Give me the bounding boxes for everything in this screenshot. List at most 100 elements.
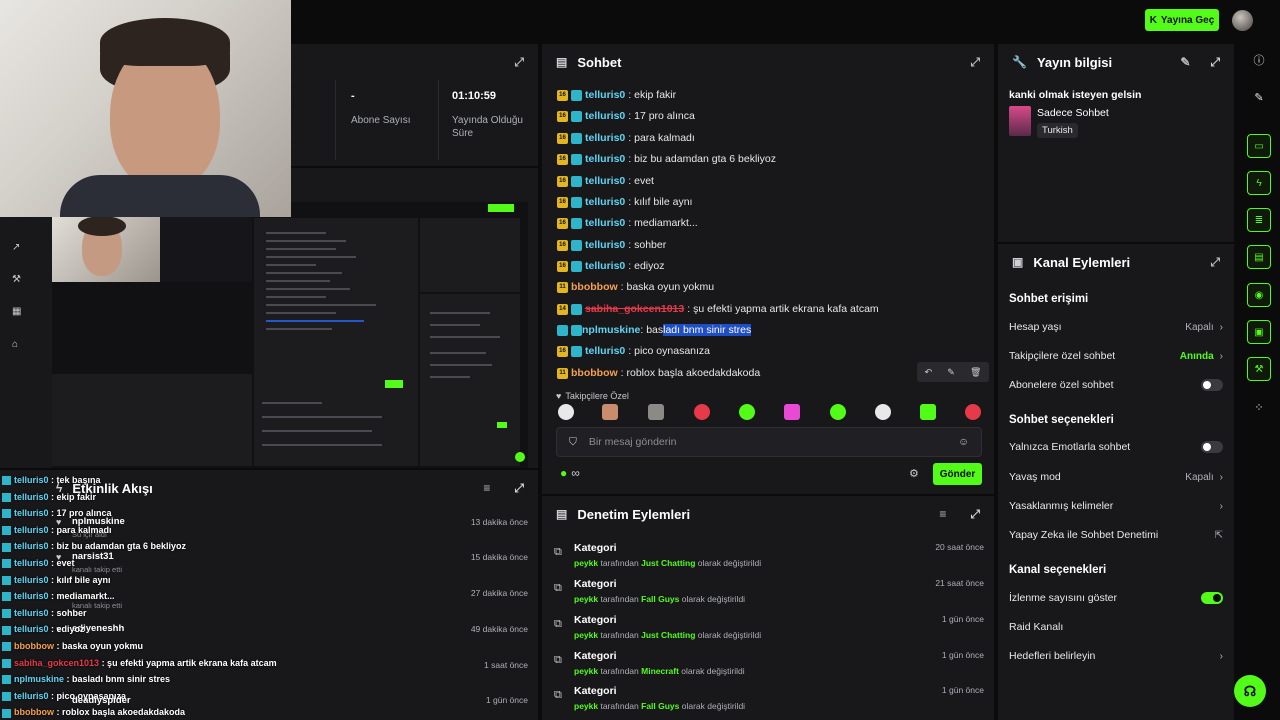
mod-user[interactable]: peykk bbox=[574, 630, 598, 640]
mod-user[interactable]: peykk bbox=[574, 558, 598, 568]
send-button[interactable]: Gönder bbox=[933, 463, 982, 485]
delete-icon[interactable]: 🗑 bbox=[970, 367, 981, 378]
chat-username[interactable]: telluris0 bbox=[585, 89, 625, 101]
stream-panel-icon[interactable]: ▭ bbox=[1247, 134, 1271, 158]
channel-icon[interactable]: ▣ bbox=[1247, 320, 1271, 344]
goals-row[interactable]: Hedefleri belirleyin › bbox=[1009, 650, 1223, 662]
chat-message[interactable]: 11 bbobbow: baska oyun yokmu bbox=[557, 281, 714, 293]
mod-user[interactable]: peykk bbox=[574, 594, 598, 604]
chat-message[interactable]: 16 telluris0: evet bbox=[557, 175, 654, 187]
mod-user[interactable]: peykk bbox=[574, 666, 598, 676]
followers-chat-row[interactable]: Takipçilere özel sohbet Anında › bbox=[1009, 350, 1223, 362]
chat-message[interactable]: 16 telluris0: pico oynasanıza bbox=[557, 345, 710, 357]
chat-message[interactable]: 16 telluris0: kılıf bile aynı bbox=[557, 196, 692, 208]
verified-badge-icon bbox=[571, 239, 582, 251]
chat-username[interactable]: bbobbow bbox=[571, 281, 618, 293]
expand-icon[interactable]: ⤢ bbox=[1210, 255, 1220, 270]
chat-username[interactable]: telluris0 bbox=[585, 153, 625, 165]
raid-row[interactable]: Raid Kanalı bbox=[1009, 621, 1223, 633]
emote-icon[interactable] bbox=[830, 404, 846, 420]
mod-category[interactable]: Just Chatting bbox=[641, 630, 695, 640]
emote-icon[interactable] bbox=[558, 404, 574, 420]
mod-category[interactable]: Just Chatting bbox=[641, 558, 695, 568]
mod-category[interactable]: Fall Guys bbox=[641, 701, 679, 711]
chat-username[interactable]: telluris0 bbox=[585, 345, 625, 357]
users-icon[interactable]: ▦ bbox=[12, 306, 21, 317]
edit-icon[interactable]: ✎ bbox=[1249, 87, 1269, 107]
filter-icon[interactable]: ≡ bbox=[483, 481, 490, 495]
emote-icon[interactable] bbox=[648, 404, 664, 420]
expand-icon[interactable]: ⤢ bbox=[514, 481, 524, 496]
chat-message[interactable]: 14 sabiha_gokcen1013: şu efekti yapma art… bbox=[557, 303, 879, 315]
chat-username[interactable]: telluris0 bbox=[585, 175, 625, 187]
mod-user[interactable]: peykk bbox=[574, 701, 598, 711]
emote-icon[interactable] bbox=[965, 404, 981, 420]
help-button[interactable]: ☊ bbox=[1234, 675, 1266, 707]
chat-message[interactable]: 16 telluris0: biz bu adamdan gta 6 bekliy… bbox=[557, 153, 776, 165]
mod-category[interactable]: Minecraft bbox=[641, 666, 679, 676]
pin-icon[interactable]: ✎ bbox=[947, 367, 955, 378]
reply-icon[interactable]: ↶ bbox=[925, 367, 933, 378]
emoji-icon[interactable]: ☺ bbox=[958, 436, 969, 448]
copy-icon: ⧉ bbox=[554, 582, 562, 594]
expand-icon[interactable]: ⤢ bbox=[970, 507, 980, 522]
emote-icon[interactable] bbox=[875, 404, 891, 420]
go-live-button[interactable]: K Yayına Geç bbox=[1145, 9, 1219, 31]
show-viewers-toggle[interactable] bbox=[1201, 592, 1223, 604]
edit-icon[interactable]: ✎ bbox=[1180, 55, 1190, 69]
infinity-icon[interactable]: ∞ bbox=[571, 466, 580, 480]
ai-mod-row[interactable]: Yapay Zeka ile Sohbet Denetimi ⇱ bbox=[1009, 529, 1223, 541]
chat-message[interactable]: 16 telluris0: ekip fakir bbox=[557, 89, 676, 101]
info-icon[interactable]: ⓘ bbox=[1249, 50, 1269, 70]
user-avatar[interactable] bbox=[1232, 10, 1253, 31]
emote-only-toggle[interactable] bbox=[1201, 441, 1223, 453]
emote-icon[interactable] bbox=[739, 404, 755, 420]
chat-input[interactable]: ⛉ Bir mesaj gönderin ☺ bbox=[556, 427, 982, 457]
chat-username[interactable]: telluris0 bbox=[585, 110, 625, 122]
expand-icon[interactable]: ⤢ bbox=[1210, 55, 1220, 70]
emote-icon[interactable] bbox=[920, 404, 936, 420]
feed-username[interactable]: narsist31 bbox=[72, 551, 114, 562]
record-icon[interactable]: ◉ bbox=[1247, 283, 1271, 307]
chat-username[interactable]: telluris0 bbox=[585, 132, 625, 144]
account-age-row[interactable]: Hesap yaşı Kapalı › bbox=[1009, 321, 1223, 333]
chat-message[interactable]: 16 telluris0: ediyoz bbox=[557, 260, 664, 272]
chat-icon[interactable]: ▤ bbox=[1247, 245, 1271, 269]
badges-icon[interactable]: ● bbox=[560, 466, 567, 480]
chat-message[interactable]: 16 telluris0: mediamarkt... bbox=[557, 217, 698, 229]
emote-icon[interactable] bbox=[602, 404, 618, 420]
wrench-icon[interactable]: ⚒ bbox=[1247, 357, 1271, 381]
mod-category[interactable]: Fall Guys bbox=[641, 594, 679, 604]
badge-icon bbox=[2, 608, 11, 618]
chat-message[interactable]: 16 telluris0: 17 pro alınca bbox=[557, 110, 695, 122]
chat-message[interactable]: 16 telluris0: para kalmadı bbox=[557, 132, 695, 144]
emote-icon[interactable] bbox=[784, 404, 800, 420]
expand-icon[interactable]: ⤢ bbox=[970, 55, 980, 70]
chat-username[interactable]: sabiha_gokcen1013 bbox=[585, 303, 684, 315]
list-icon[interactable]: ≣ bbox=[1247, 208, 1271, 232]
banned-words-row[interactable]: Yasaklanmış kelimeler › bbox=[1009, 500, 1223, 512]
emote-icon[interactable] bbox=[694, 404, 710, 420]
chat-message[interactable]: nplmuskine: bas ladı bnm sinir stres bbox=[557, 324, 752, 336]
expand-icon[interactable]: ⤢ bbox=[514, 55, 524, 70]
chat-username[interactable]: telluris0 bbox=[585, 260, 625, 272]
apps-icon[interactable]: ⁘ bbox=[1249, 397, 1269, 417]
chat-username[interactable]: bbobbow bbox=[571, 367, 618, 379]
chat-message[interactable]: 11 bbobbow: roblox başla akoedakdakoda bbox=[557, 367, 760, 379]
chat-username[interactable]: telluris0 bbox=[585, 239, 625, 251]
chat-text: : 17 pro alınca bbox=[628, 110, 695, 122]
lightning-icon[interactable]: ϟ bbox=[1247, 171, 1271, 195]
chat-username[interactable]: telluris0 bbox=[585, 217, 625, 229]
gift-icon[interactable]: ⌂ bbox=[12, 339, 18, 350]
gear-icon[interactable]: ⚙ bbox=[909, 467, 919, 480]
chart-icon[interactable]: ↗ bbox=[12, 242, 20, 253]
chat-username[interactable]: nplmuskine bbox=[582, 324, 640, 336]
subs-chat-toggle[interactable] bbox=[1201, 379, 1223, 391]
chat-message[interactable]: 16 telluris0: sohber bbox=[557, 239, 666, 251]
filter-icon[interactable]: ≡ bbox=[939, 507, 946, 521]
chat-username[interactable]: telluris0 bbox=[585, 196, 625, 208]
mod-action-time: 1 gün önce bbox=[941, 614, 984, 624]
feed-username[interactable]: deadiyspider bbox=[72, 695, 131, 706]
wrench-icon[interactable]: ⚒ bbox=[12, 274, 21, 285]
slow-mode-row[interactable]: Yavaş mod Kapalı › bbox=[1009, 471, 1223, 483]
